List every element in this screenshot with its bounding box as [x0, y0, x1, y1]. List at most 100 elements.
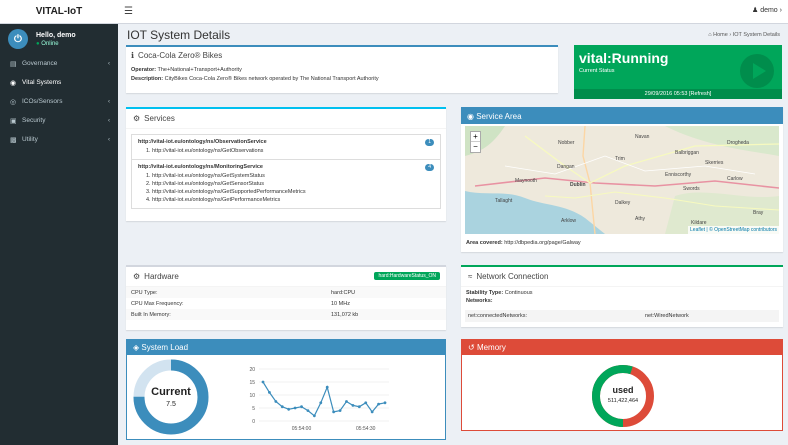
clipboard-icon: ▤ [10, 60, 17, 68]
breadcrumb-home[interactable]: Home [713, 32, 728, 38]
hardware-title-label: Hardware [144, 272, 179, 281]
networks-label: Networks: [466, 298, 493, 304]
map-place-label: Dangan [557, 164, 575, 170]
chevron-icon: › [779, 7, 782, 14]
map-place-label: Carlow [727, 176, 743, 182]
service-operation: 1. http://vital-iot.eu/ontology/ns/GetOb… [146, 148, 264, 154]
load-data-point [300, 405, 303, 409]
service-list: http://vital-iot.eu/ontology/ns/Observat… [131, 134, 441, 209]
sidebar-item-security[interactable]: ▣ Security ‹ [0, 111, 118, 130]
online-label: Online [41, 40, 59, 47]
load-data-point [377, 402, 380, 406]
map-place-label: Swords [683, 186, 700, 192]
x-tick-label: 05:54:30 [356, 426, 376, 432]
page-title: IOT System Details [127, 28, 231, 42]
chart-icon: ▩ [10, 136, 17, 144]
chevron-left-icon: ‹ [108, 60, 110, 67]
network-row-key: net:connectedNetworks: [468, 313, 528, 319]
map-place-label: Trim [615, 156, 625, 162]
service-name: http://vital-iot.eu/ontology/ns/Monitori… [138, 164, 263, 170]
map-marker-icon: ◉ [467, 112, 474, 121]
load-gauge: Current 7.5 [133, 359, 209, 435]
hardware-box: ⚙ Hardware hard:HardwareStatus_ON CPU Ty… [126, 265, 446, 330]
greeting: Hello, demo [36, 31, 76, 39]
load-data-point [261, 380, 265, 384]
map-place-label: Nobber [558, 140, 575, 146]
load-data-point [357, 405, 361, 409]
hardware-row-key: CPU Max Frequency: [131, 300, 184, 307]
load-data-point [338, 409, 342, 412]
load-data-point [364, 401, 368, 405]
hardware-row-key: Built In Memory: [131, 311, 171, 318]
sidebar-item-vital-systems[interactable]: ◉ Vital Systems [0, 73, 118, 92]
services-title: ⚙ Services [126, 109, 446, 129]
load-data-point [268, 391, 271, 394]
map-place-label: Dalkey [615, 200, 631, 206]
memory-visual: used 511,422,464 [592, 365, 654, 427]
map-place-label: Dublin [570, 182, 586, 188]
wifi-icon: ≈ [468, 272, 473, 281]
chevron-left-icon: ‹ [108, 136, 110, 143]
menu-toggle-icon[interactable]: ☰ [124, 6, 133, 17]
services-title-label: Services [144, 114, 175, 123]
stability-label: Stability Type: [466, 290, 504, 296]
zoom-in-button[interactable]: + [471, 132, 480, 142]
top-navbar: VITAL-IoT ☰ ♟ demo › [0, 0, 788, 24]
device-info-box: ℹ Coca-Cola Zero® Bikes Operator: The+Na… [126, 45, 558, 93]
chevron-left-icon: ‹ [108, 98, 110, 105]
breadcrumb: ⌂ Home › IOT System Details [708, 32, 780, 38]
hardware-status-badge: hard:HardwareStatus_ON [374, 272, 440, 280]
sidebar-item-label: ICOs/Sensors [22, 98, 63, 105]
status-refresh-link[interactable]: 29/09/2016 05:53 [Refresh] [574, 89, 782, 99]
user-menu[interactable]: ♟ demo › [752, 6, 782, 14]
map-place-label: Bray [753, 210, 764, 216]
sensor-icon: ◎ [10, 98, 17, 106]
network-row-value: net:WiredNetwork [645, 313, 689, 319]
service-name: http://vital-iot.eu/ontology/ns/Observat… [138, 139, 267, 145]
service-operation: 3. http://vital-iot.eu/ontology/ns/GetSu… [146, 189, 306, 195]
hardware-row: CPU Max Frequency: 10 MHz [126, 298, 446, 309]
lock-icon: ▣ [10, 117, 17, 125]
sidebar: ⏻ Hello, demo ● Online ▤ Governance ‹ ◉ … [0, 24, 118, 445]
load-data-point [293, 406, 297, 410]
sidebar-item-utility[interactable]: ▩ Utility ‹ [0, 130, 118, 149]
map-place-label: Maynooth [515, 178, 537, 184]
sidebar-item-governance[interactable]: ▤ Governance ‹ [0, 54, 118, 73]
sidebar-item-icos-sensors[interactable]: ◎ ICOs/Sensors ‹ [0, 92, 118, 111]
map-zoom-control: + − [470, 131, 481, 153]
online-status: ● Online [36, 41, 76, 47]
map-attribution-link[interactable]: Leaflet | © OpenStreetMap contributors [688, 226, 779, 234]
service-group: http://vital-iot.eu/ontology/ns/Observat… [132, 135, 440, 160]
cogs-icon: ⚙ [133, 272, 141, 281]
memory-title: ↺ Memory [462, 340, 782, 355]
zoom-out-button[interactable]: − [471, 142, 480, 152]
network-box: ≈ Network Connection Stability Type: Con… [461, 265, 783, 327]
map-place-label: Arklow [561, 218, 577, 224]
description-label: Description: [131, 76, 164, 82]
service-area-box: ◉ Service Area Nobber Balbriggan Navan D… [461, 107, 783, 252]
brand-logo[interactable]: VITAL-IoT [0, 0, 118, 24]
user-name: demo [760, 7, 778, 14]
area-covered-value: http://dbpedia.org/page/Galway [504, 240, 581, 246]
y-tick-label: 15 [249, 380, 255, 386]
x-tick-label: 05:54:00 [292, 426, 312, 432]
hardware-row-key: CPU Type: [131, 289, 158, 296]
system-load-title: ◈ System Load [127, 340, 445, 355]
map-place-label: Skerries [705, 160, 724, 166]
area-covered: Area covered: http://dbpedia.org/page/Ga… [466, 240, 581, 246]
map-place-label: Tallaght [495, 198, 513, 204]
hardware-row-value: hard:CPU [331, 289, 356, 296]
memory-label: used [612, 385, 633, 395]
load-data-point [345, 400, 348, 403]
services-box: ⚙ Services http://vital-iot.eu/ontology/… [126, 107, 446, 221]
stability-value: Continuous [504, 290, 533, 296]
power-avatar-icon: ⏻ [8, 29, 28, 49]
map[interactable]: Nobber Balbriggan Navan Drogheda Trim Sk… [465, 126, 779, 234]
load-data-point [274, 400, 278, 403]
service-group: http://vital-iot.eu/ontology/ns/Monitori… [132, 160, 440, 208]
sidebar-item-label: Governance [22, 60, 58, 67]
y-tick-label: 5 [252, 406, 255, 412]
services-icon: ⚙ [133, 114, 141, 123]
hardware-row-value: 10 MHz [331, 300, 350, 307]
dashboard-icon: ◉ [10, 79, 17, 87]
